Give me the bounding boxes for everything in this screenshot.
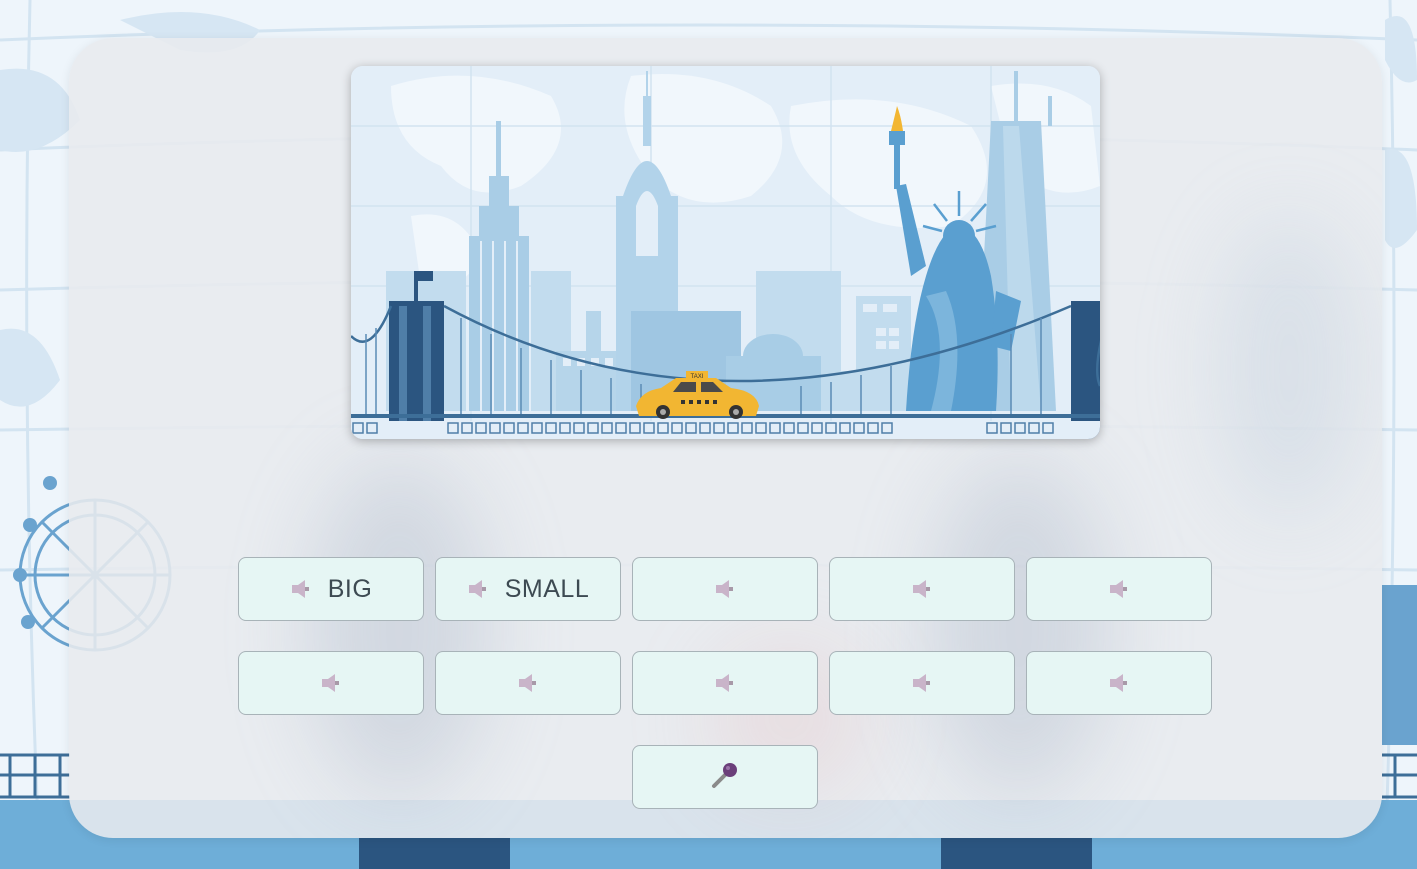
speaker-icon: [911, 672, 933, 694]
microphone-button[interactable]: [632, 745, 818, 809]
speaker-icon: [290, 578, 312, 600]
word-button-6[interactable]: [238, 651, 424, 715]
word-button-8[interactable]: [632, 651, 818, 715]
main-panel: TAXI BIG SMALL: [69, 38, 1382, 838]
new-york-skyline-image: TAXI: [351, 66, 1100, 439]
word-label: BIG: [327, 574, 373, 603]
word-button-1[interactable]: BIG: [238, 557, 424, 621]
speaker-icon: [1108, 578, 1130, 600]
speaker-icon: [517, 672, 539, 694]
speaker-icon: [1108, 672, 1130, 694]
speaker-icon: [714, 672, 736, 694]
speaker-icon: [714, 578, 736, 600]
speaker-icon: [467, 578, 489, 600]
microphone-icon: [710, 760, 740, 795]
word-button-2[interactable]: SMALL: [435, 557, 621, 621]
svg-text:TAXI: TAXI: [691, 374, 704, 380]
word-button-9[interactable]: [829, 651, 1015, 715]
speaker-icon: [320, 672, 342, 694]
word-button-3[interactable]: [632, 557, 818, 621]
word-label: SMALL: [504, 574, 590, 603]
word-button-7[interactable]: [435, 651, 621, 715]
city-illustration: TAXI: [351, 66, 1100, 439]
word-button-4[interactable]: [829, 557, 1015, 621]
word-button-5[interactable]: [1026, 557, 1212, 621]
word-button-10[interactable]: [1026, 651, 1212, 715]
speaker-icon: [911, 578, 933, 600]
